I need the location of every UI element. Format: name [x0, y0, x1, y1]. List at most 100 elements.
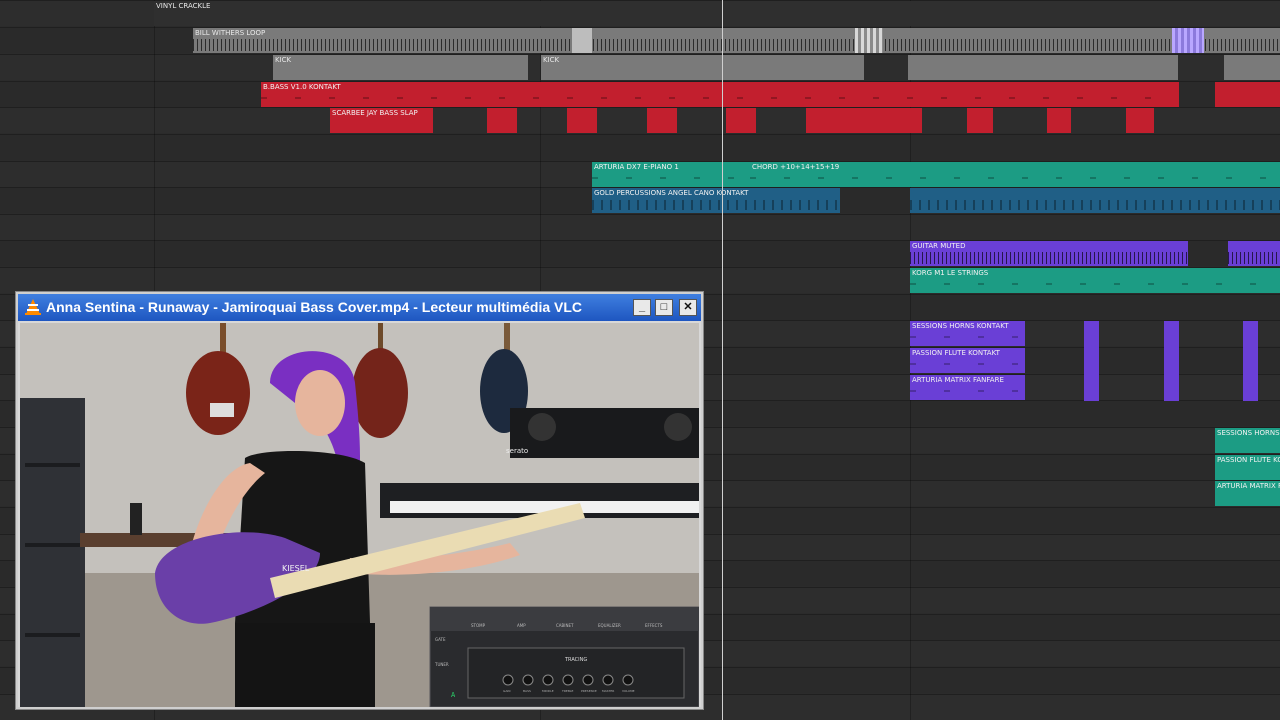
vlc-window[interactable]: Anna Sentina - Runaway - Jamiroquai Bass… — [16, 292, 703, 709]
midi-notes — [910, 363, 1025, 365]
plugin-tab-stomp: STOMP — [471, 623, 486, 628]
midi-notes — [592, 200, 840, 210]
clip-bill-withers-loop[interactable]: BILL WITHERS LOOP — [193, 28, 1280, 53]
midi-notes — [592, 177, 750, 179]
clip-label: ARTURIA MATRIX FANFARE — [912, 376, 1004, 384]
midi-notes — [910, 283, 1280, 285]
clip-scarbee-jay-bass-slap[interactable] — [567, 108, 597, 133]
clip-kick[interactable]: KICK — [273, 55, 528, 80]
midi-notes — [910, 200, 1280, 210]
midi-notes — [910, 390, 1025, 392]
clip-scarbee-jay-bass-slap[interactable] — [487, 108, 517, 133]
vlc-window-title: Anna Sentina - Runaway - Jamiroquai Bass… — [46, 299, 583, 315]
clip-label: SESSIONS HORNS — [1217, 429, 1280, 437]
maximize-icon: □ — [660, 301, 668, 313]
clip-passion-flute-kontakt[interactable]: PASSION FLUTE KONTAKT — [910, 348, 1025, 373]
clip-scarbee-jay-bass-slap[interactable]: SCARBEE JAY BASS SLAP — [330, 108, 433, 133]
clip-label: ARTURIA DX7 E-PIANO 1 — [594, 163, 679, 171]
clip-arturia-matrix[interactable]: ARTURIA MATRIX F — [1215, 481, 1280, 506]
vlc-title-bar[interactable]: Anna Sentina - Runaway - Jamiroquai Bass… — [18, 294, 701, 321]
clip-label: SCARBEE JAY BASS SLAP — [332, 109, 418, 117]
track-lane — [0, 214, 1280, 240]
clip-scarbee-jay-bass-slap[interactable] — [967, 108, 993, 133]
minimize-icon: _ — [638, 301, 646, 313]
clip-vinyl-crackle[interactable]: VINYL CRACKLE — [154, 1, 1280, 26]
clip-scarbee-jay-bass-slap[interactable] — [1047, 108, 1071, 133]
clip-scarbee-jay-bass-slap[interactable] — [806, 108, 922, 133]
clip-korg-m1-strings[interactable]: KORG M1 LE STRINGS — [910, 268, 1280, 293]
clip-gold-percussions[interactable] — [910, 188, 1280, 213]
clip-label: KICK — [543, 56, 560, 64]
amp-brand: TRACING — [564, 657, 587, 663]
midi-notes — [1228, 252, 1280, 264]
plugin-tab-effects: EFFECTS — [645, 623, 663, 628]
clip-label: PASSION FLUTE KO — [1217, 456, 1280, 464]
amp-knob-label: TREBLE — [561, 689, 574, 693]
midi-notes — [910, 336, 1025, 338]
clip-label: GOLD PERCUSSIONS ANGEL CANO KONTAKT — [594, 189, 749, 197]
amp-knob-label: MASTER — [602, 689, 614, 693]
clip-selection-highlight — [855, 28, 883, 53]
clip-horn-stab[interactable] — [1084, 321, 1099, 401]
video-scene: serato KIESEL TRACING STOMP AMP CABINET … — [20, 323, 699, 707]
clip-kick[interactable]: KICK — [541, 55, 864, 80]
audio-waveform — [193, 39, 1280, 51]
maximize-button[interactable]: □ — [655, 299, 673, 316]
clip-scarbee-jay-bass-slap[interactable] — [1126, 108, 1154, 133]
clip-label: BILL WITHERS LOOP — [195, 29, 266, 37]
clip-label: KORG M1 LE STRINGS — [912, 269, 989, 277]
minimize-button[interactable]: _ — [633, 299, 651, 316]
plugin-gate-label: GATE — [435, 637, 446, 642]
clip-sessions-horns[interactable]: SESSIONS HORNS — [1215, 428, 1280, 453]
clip-label: CHORD +10+14+15+19 — [752, 163, 840, 171]
clip-selection-highlight — [1172, 28, 1204, 53]
clip-guitar-muted[interactable] — [1228, 241, 1280, 266]
clip-selection-highlight — [572, 28, 592, 53]
controller-brand: serato — [506, 447, 528, 455]
bass-brand: KIESEL — [282, 564, 310, 573]
plugin-tab-cabinet: CABINET — [556, 623, 574, 628]
amp-knob-label: MIDDLE — [542, 689, 554, 693]
clip-chord[interactable]: CHORD +10+14+15+19 — [750, 162, 1280, 187]
close-icon: ✕ — [683, 301, 693, 313]
clip-kick[interactable] — [908, 55, 1178, 80]
track-lane — [0, 107, 1280, 133]
video-frame[interactable]: serato KIESEL TRACING STOMP AMP CABINET … — [20, 323, 699, 707]
clip-arturia-matrix-fanfare[interactable]: ARTURIA MATRIX FANFARE — [910, 375, 1025, 400]
amp-knob-label: PRESENCE — [581, 689, 597, 693]
clip-scarbee-jay-bass-slap[interactable] — [726, 108, 756, 133]
plugin-tab-equalizer: EQUALIZER — [598, 623, 621, 628]
clip-label: B.BASS V1.0 KONTAKT — [263, 83, 341, 91]
clip-horn-stab[interactable] — [1164, 321, 1179, 401]
amp-knob-label: BASS — [523, 689, 531, 693]
close-button[interactable]: ✕ — [679, 299, 697, 316]
clip-sessions-horns-kontakt[interactable]: SESSIONS HORNS KONTAKT — [910, 321, 1025, 346]
amp-plugin-overlay: TRACING STOMP AMP CABINET EQUALIZER EFFE… — [429, 606, 699, 707]
clip-label: ARTURIA MATRIX F — [1217, 482, 1280, 490]
clip-kick[interactable] — [1224, 55, 1280, 80]
clip-bbass-kontakt[interactable]: B.BASS V1.0 KONTAKT — [261, 82, 1179, 107]
clip-guitar-muted[interactable]: GUITAR MUTED — [910, 241, 1188, 266]
midi-notes — [750, 177, 1280, 179]
clip-label: GUITAR MUTED — [912, 242, 966, 250]
amp-knob-label: VOLUME — [622, 689, 635, 693]
shelf-unit — [20, 398, 85, 707]
plugin-tab-amp: AMP — [517, 623, 526, 628]
clip-label: PASSION FLUTE KONTAKT — [912, 349, 1000, 357]
plugin-tuner-label: TUNER — [434, 662, 449, 667]
vlc-cone-icon — [25, 299, 41, 315]
clip-label: SESSIONS HORNS KONTAKT — [912, 322, 1009, 330]
track-lane — [0, 134, 1280, 160]
clip-bbass-kontakt[interactable] — [1215, 82, 1280, 107]
clip-label: KICK — [275, 56, 292, 64]
midi-notes — [261, 97, 1179, 99]
clip-arturia-dx7[interactable]: ARTURIA DX7 E-PIANO 1 — [592, 162, 750, 187]
clip-label: VINYL CRACKLE — [156, 2, 211, 10]
midi-notes — [910, 252, 1188, 264]
clip-passion-flute[interactable]: PASSION FLUTE KO — [1215, 455, 1280, 480]
clip-gold-percussions[interactable]: GOLD PERCUSSIONS ANGEL CANO KONTAKT — [592, 188, 840, 213]
clip-scarbee-jay-bass-slap[interactable] — [647, 108, 677, 133]
amp-knob-label: GAIN — [503, 689, 511, 693]
playhead[interactable] — [722, 0, 723, 720]
clip-horn-stab[interactable] — [1243, 321, 1258, 401]
